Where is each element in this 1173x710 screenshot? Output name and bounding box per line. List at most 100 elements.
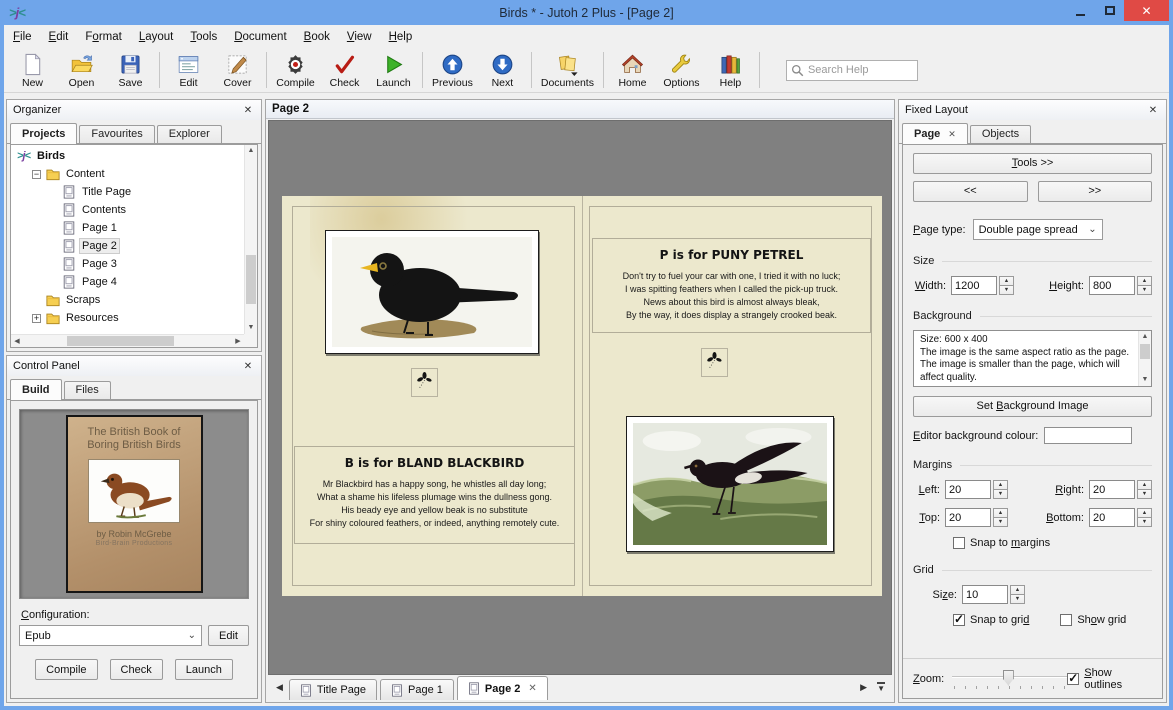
page-spread[interactable]: B is for BLAND BLACKBIRD Mr Blackbird ha… xyxy=(282,196,882,596)
toolbar-button-help[interactable]: Help xyxy=(706,48,755,92)
next-page-button[interactable]: >> xyxy=(1038,181,1153,202)
configuration-select[interactable]: Epub ⌄ xyxy=(19,625,202,646)
expand-icon[interactable]: + xyxy=(32,314,41,323)
margin-right-stepper[interactable]: ▲▼ xyxy=(1137,480,1152,499)
document-tab-title-page[interactable]: Title Page xyxy=(289,679,377,700)
tree-horizontal-scrollbar[interactable]: ◀ ▶ xyxy=(11,334,244,347)
scroll-thumb[interactable] xyxy=(67,336,174,346)
toolbar-button-new[interactable]: New xyxy=(8,48,57,92)
zoom-slider[interactable] xyxy=(952,669,1067,689)
tab-page[interactable]: Page✕ xyxy=(902,123,968,144)
toolbar-button-cover[interactable]: Cover xyxy=(213,48,262,92)
editor-background-colour-swatch[interactable] xyxy=(1044,427,1132,444)
document-tab-page-1[interactable]: Page 1 xyxy=(380,679,454,700)
toolbar-button-next[interactable]: Next xyxy=(478,48,527,92)
margin-bottom-stepper[interactable]: ▲▼ xyxy=(1137,508,1152,527)
tab-explorer[interactable]: Explorer xyxy=(157,125,222,146)
maximize-button[interactable] xyxy=(1095,0,1124,21)
toolbar-button-launch[interactable]: Launch xyxy=(369,48,418,92)
document-tab-page-2[interactable]: Page 2✕ xyxy=(457,676,548,700)
scroll-down-icon[interactable]: ▼ xyxy=(245,322,257,334)
margin-top-stepper[interactable]: ▲▼ xyxy=(993,508,1008,527)
tools-button[interactable]: Tools >> xyxy=(913,153,1152,174)
show-outlines-checkbox[interactable] xyxy=(1067,673,1079,685)
tree-vertical-scrollbar[interactable]: ▲ ▼ xyxy=(244,145,257,334)
scroll-thumb[interactable] xyxy=(1140,344,1150,359)
margin-right-input[interactable] xyxy=(1089,480,1135,499)
right-ornament[interactable] xyxy=(701,348,728,377)
margin-bottom-input[interactable] xyxy=(1089,508,1135,527)
menu-layout[interactable]: Layout xyxy=(139,31,174,43)
tree-item-contents[interactable]: Contents xyxy=(11,201,243,219)
tree-item-page-1[interactable]: Page 1 xyxy=(11,219,243,237)
tab-projects[interactable]: Projects xyxy=(10,123,77,144)
blackbird-text-block[interactable]: B is for BLAND BLACKBIRD Mr Blackbird ha… xyxy=(294,446,575,544)
menu-help[interactable]: Help xyxy=(389,31,413,43)
toolbar-button-options[interactable]: Options xyxy=(657,48,706,92)
grid-size-input[interactable] xyxy=(962,585,1008,604)
scroll-left-icon[interactable]: ◀ xyxy=(11,335,23,348)
compile-button[interactable]: Compile xyxy=(35,659,97,680)
close-icon[interactable]: ✕ xyxy=(1146,105,1160,116)
toolbar-button-documents[interactable]: Documents xyxy=(536,48,599,92)
tree-item-page-4[interactable]: Page 4 xyxy=(11,273,243,291)
collapse-icon[interactable]: − xyxy=(32,170,41,179)
toolbar-button-save[interactable]: Save xyxy=(106,48,155,92)
tree-item-scraps[interactable]: Scraps xyxy=(11,291,243,309)
tabs-scroll-left-icon[interactable]: ◀ xyxy=(270,682,289,693)
minimize-button[interactable] xyxy=(1066,0,1095,21)
background-info-box[interactable]: Size: 600 x 400 The image is the same as… xyxy=(913,330,1152,387)
menu-document[interactable]: Document xyxy=(234,31,286,43)
tabs-overflow-icon[interactable]: ▼ xyxy=(877,682,885,693)
show-grid-checkbox[interactable] xyxy=(1060,614,1072,626)
tabs-scroll-right-icon[interactable]: ▶ xyxy=(860,682,867,693)
petrel-image[interactable] xyxy=(626,416,834,552)
tree-item-title-page[interactable]: Title Page xyxy=(11,183,243,201)
page-type-select[interactable]: Double page spread ⌄ xyxy=(973,219,1103,240)
scroll-up-icon[interactable]: ▲ xyxy=(1139,331,1151,343)
menu-book[interactable]: Book xyxy=(304,31,330,43)
previous-page-button[interactable]: << xyxy=(913,181,1028,202)
close-button[interactable]: ✕ xyxy=(1124,0,1169,21)
height-input[interactable] xyxy=(1089,276,1135,295)
check-button[interactable]: Check xyxy=(110,659,163,680)
tab-favourites[interactable]: Favourites xyxy=(79,125,154,146)
toolbar-button-previous[interactable]: Previous xyxy=(427,48,478,92)
scroll-up-icon[interactable]: ▲ xyxy=(245,145,257,157)
toolbar-button-check[interactable]: Check xyxy=(320,48,369,92)
toolbar-button-open[interactable]: Open xyxy=(57,48,106,92)
tree-item-resources[interactable]: +Resources xyxy=(11,309,243,327)
snap-to-margins-checkbox[interactable] xyxy=(953,537,965,549)
snap-to-grid-checkbox[interactable] xyxy=(953,614,965,626)
scroll-right-icon[interactable]: ▶ xyxy=(232,335,244,348)
menu-format[interactable]: Format xyxy=(85,31,121,43)
menu-file[interactable]: File xyxy=(13,31,32,43)
menu-view[interactable]: View xyxy=(347,31,372,43)
search-help-input[interactable] xyxy=(808,64,913,76)
tab-files[interactable]: Files xyxy=(64,381,111,402)
tree-item-birds[interactable]: >j<Birds xyxy=(11,147,243,165)
blackbird-image[interactable] xyxy=(325,230,539,354)
margin-left-stepper[interactable]: ▲▼ xyxy=(993,480,1008,499)
tree-item-page-2[interactable]: Page 2 xyxy=(11,237,243,255)
width-stepper[interactable]: ▲▼ xyxy=(999,276,1014,295)
tree-item-content[interactable]: −Content xyxy=(11,165,243,183)
toolbar-button-compile[interactable]: Compile xyxy=(271,48,320,92)
scroll-down-icon[interactable]: ▼ xyxy=(1139,374,1151,386)
tab-build[interactable]: Build xyxy=(10,379,62,400)
edit-configuration-button[interactable]: Edit xyxy=(208,625,249,646)
height-stepper[interactable]: ▲▼ xyxy=(1137,276,1152,295)
zoom-slider-thumb[interactable] xyxy=(1003,670,1014,686)
launch-button[interactable]: Launch xyxy=(175,659,233,680)
menu-edit[interactable]: Edit xyxy=(49,31,69,43)
menu-tools[interactable]: Tools xyxy=(190,31,217,43)
close-icon[interactable]: ✕ xyxy=(241,361,255,372)
petrel-text-block[interactable]: P is for PUNY PETREL Don't try to fuel y… xyxy=(592,238,871,333)
toolbar-button-home[interactable]: Home xyxy=(608,48,657,92)
grid-size-stepper[interactable]: ▲▼ xyxy=(1010,585,1025,604)
width-input[interactable] xyxy=(951,276,997,295)
margin-left-input[interactable] xyxy=(945,480,991,499)
toolbar-button-edit[interactable]: Edit xyxy=(164,48,213,92)
close-icon[interactable]: ✕ xyxy=(241,105,255,116)
tab-objects[interactable]: Objects xyxy=(970,125,1031,146)
